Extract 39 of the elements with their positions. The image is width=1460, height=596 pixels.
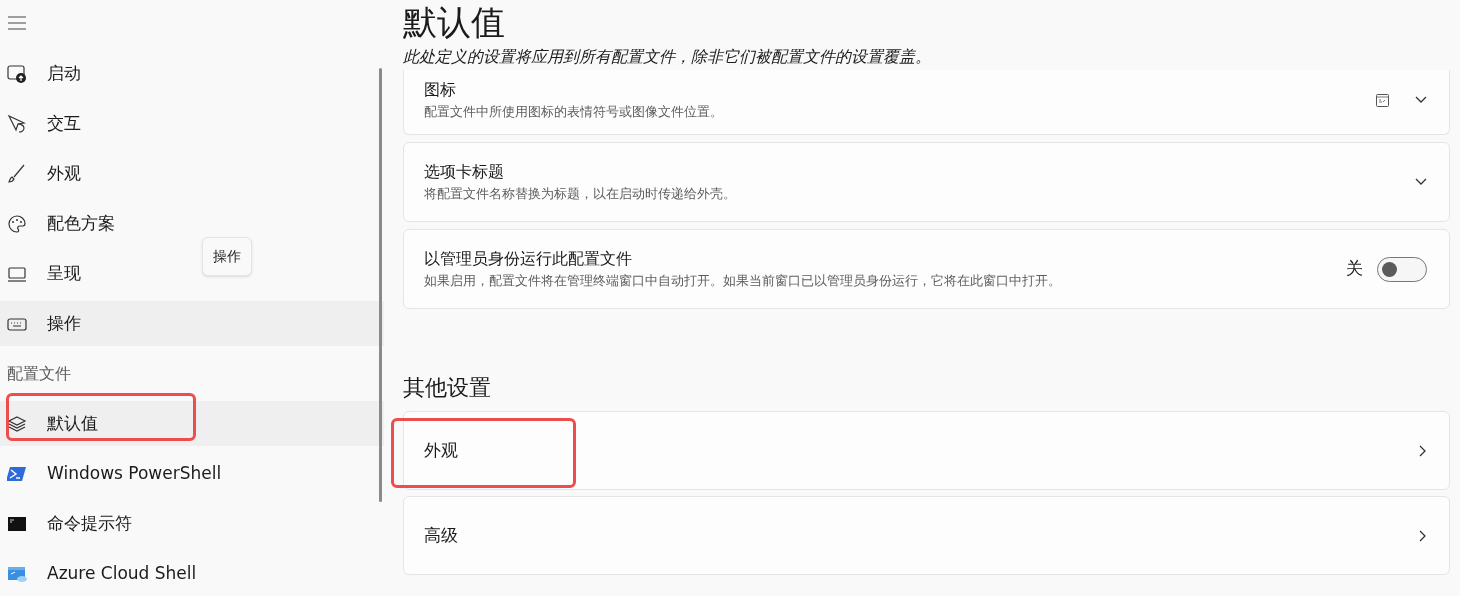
nav-item[interactable]: 呈现 <box>0 251 85 296</box>
menu-icon[interactable] <box>7 15 27 31</box>
setting-card[interactable]: 以管理员身份运行此配置文件 如果启用，配置文件将在管理终端窗口中自动打开。如果当前窗口已以管理员身份运行，它将在此窗口中打开。 关 <box>403 229 1450 309</box>
palette-icon <box>7 213 28 234</box>
expander-card[interactable]: 选项卡标题 将配置文件名称替换为标题，以在启动时传递给外壳。 <box>403 142 1450 222</box>
setting-title: 选项卡标题 <box>424 161 505 183</box>
section-heading: 其他设置 <box>403 374 492 402</box>
nav-item[interactable]: Azure Cloud Shell <box>0 551 201 596</box>
page-title: 默认值 <box>403 1 506 44</box>
nav-item[interactable]: 启动 <box>0 51 85 96</box>
window-upload-icon <box>7 63 28 84</box>
page-description: 此处定义的设置将应用到所有配置文件，除非它们被配置文件的设置覆盖。 <box>403 46 932 68</box>
link-card[interactable]: 外观 <box>403 411 1450 490</box>
cursor-hand-icon <box>7 113 28 134</box>
setting-description: 配置文件中所使用图标的表情符号或图像文件位置。 <box>424 103 724 121</box>
nav-item[interactable]: 命令提示符 <box>0 501 136 546</box>
chevron-right-icon[interactable] <box>1419 444 1427 457</box>
link-title: 外观 <box>424 438 458 462</box>
setting-title: 以管理员身份运行此配置文件 <box>424 248 633 270</box>
setting-title: 图标 <box>424 79 457 101</box>
section-label: 配置文件 <box>6 362 72 385</box>
expander-card[interactable]: 图标 配置文件中所使用图标的表情符号或图像文件位置。 <box>403 70 1450 135</box>
toggle-switch[interactable] <box>1377 256 1427 282</box>
nav-item[interactable]: 操作 <box>0 301 384 346</box>
chevron-down-icon[interactable] <box>1415 96 1427 104</box>
nav-item[interactable]: 外观 <box>0 151 85 196</box>
chevron-down-icon[interactable] <box>1415 178 1427 186</box>
nav-item[interactable]: 默认值 <box>0 401 384 446</box>
link-title: 高级 <box>424 523 458 547</box>
nav-item[interactable]: 配色方案 <box>0 201 119 246</box>
setting-description: 如果启用，配置文件将在管理终端窗口中自动打开。如果当前窗口已以管理员身份运行，它将在此窗口中打开。 <box>424 272 1062 290</box>
nav-item[interactable]: Windows PowerShell <box>0 451 226 496</box>
nav-item[interactable]: 交互 <box>0 101 85 146</box>
toggle-state: 关 <box>1346 257 1363 281</box>
setting-description: 将配置文件名称替换为标题，以在启动时传递给外壳。 <box>424 185 737 203</box>
tooltip: 操作 <box>202 237 252 276</box>
chevron-right-icon[interactable] <box>1419 529 1427 542</box>
link-card[interactable]: 高级 <box>403 496 1450 575</box>
scrollbar[interactable] <box>379 68 382 502</box>
